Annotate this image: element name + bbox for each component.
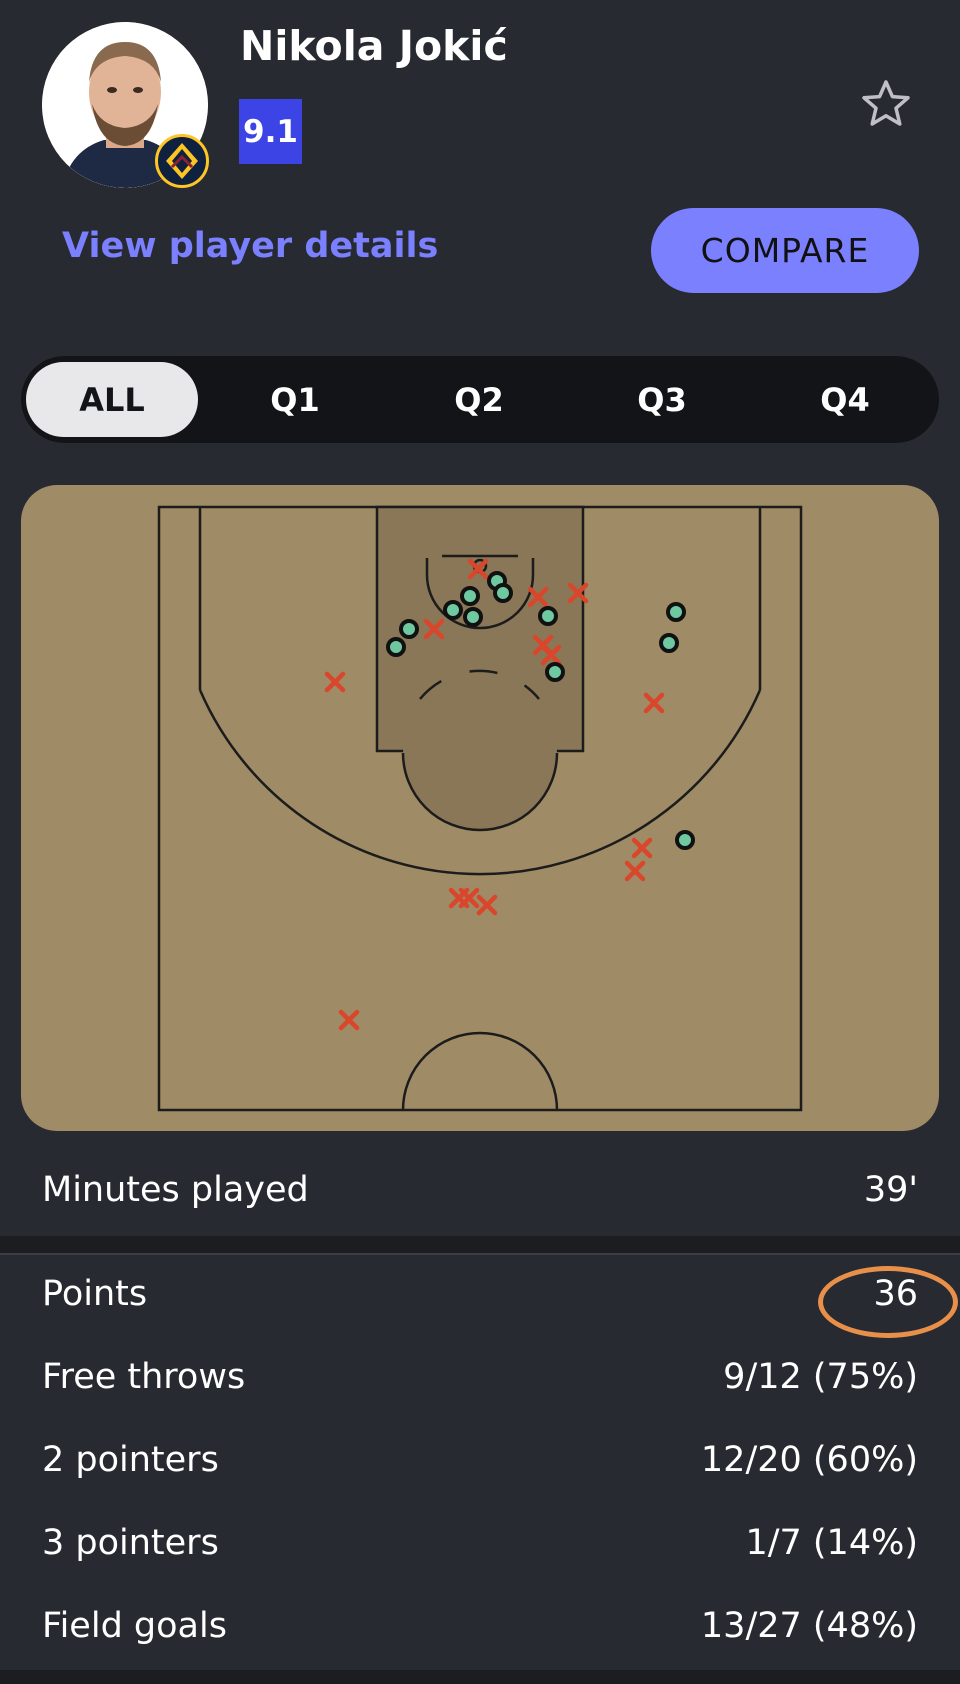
missed-shot-marker	[338, 1009, 360, 1031]
period-tabs: ALL Q1 Q2 Q3 Q4	[21, 356, 939, 443]
stat-value: 9/12 (75%)	[723, 1357, 918, 1397]
points-highlight-annotation	[818, 1266, 958, 1338]
stat-label: Points	[42, 1274, 148, 1314]
tab-q4[interactable]: Q4	[759, 362, 931, 437]
player-name: Nikola Jokić	[240, 22, 508, 70]
missed-shot-marker	[458, 887, 480, 909]
stat-row-field-goals: Field goals 13/27 (48%)	[42, 1606, 918, 1646]
missed-shot-marker	[624, 860, 646, 882]
made-shot-marker	[399, 619, 419, 639]
stat-row-free-throws: Free throws 9/12 (75%)	[42, 1357, 918, 1397]
stat-value: 12/20 (60%)	[700, 1440, 918, 1480]
bottom-divider	[0, 1670, 960, 1684]
made-shot-marker	[493, 583, 513, 603]
made-shot-marker	[443, 600, 463, 620]
made-shot-marker	[659, 633, 679, 653]
star-outline-icon	[862, 80, 910, 126]
tab-q1[interactable]: Q1	[209, 362, 381, 437]
half-court-circle	[401, 1031, 559, 1111]
stat-value: 13/27 (48%)	[700, 1606, 918, 1646]
compare-button[interactable]: COMPARE	[651, 208, 919, 293]
court-diagram	[157, 505, 803, 1112]
tab-q3[interactable]: Q3	[576, 362, 748, 437]
stat-row-points: Points 36	[42, 1274, 918, 1314]
stat-value: 1/7 (14%)	[745, 1523, 918, 1563]
tab-all[interactable]: ALL	[26, 362, 198, 437]
made-shot-marker	[538, 606, 558, 626]
made-shot-marker	[463, 607, 483, 627]
player-stats-screen: Nikola Jokić 9.1 View player details COM…	[0, 0, 960, 1684]
tab-q2[interactable]: Q2	[393, 362, 565, 437]
missed-shot-marker	[631, 837, 653, 859]
missed-shot-marker	[324, 671, 346, 693]
stat-value: 39'	[863, 1170, 918, 1210]
view-player-details-link[interactable]: View player details	[62, 226, 438, 266]
made-shot-marker	[545, 662, 565, 682]
missed-shot-marker	[476, 894, 498, 916]
rating-badge: 9.1	[239, 99, 302, 164]
stat-label: 3 pointers	[42, 1523, 219, 1563]
stat-row-minutes: Minutes played 39'	[42, 1170, 918, 1210]
made-shot-marker	[675, 830, 695, 850]
divider-line	[0, 1253, 960, 1255]
shot-chart	[21, 485, 939, 1131]
stat-label: Field goals	[42, 1606, 227, 1646]
made-shot-marker	[666, 602, 686, 622]
stat-label: 2 pointers	[42, 1440, 219, 1480]
stat-row-three-pointers: 3 pointers 1/7 (14%)	[42, 1523, 918, 1563]
stat-row-two-pointers: 2 pointers 12/20 (60%)	[42, 1440, 918, 1480]
team-logo-icon	[155, 134, 209, 188]
made-shot-marker	[460, 586, 480, 606]
stat-label: Free throws	[42, 1357, 246, 1397]
stat-label: Minutes played	[42, 1170, 309, 1210]
missed-shot-marker	[643, 692, 665, 714]
favorite-button[interactable]	[858, 76, 914, 132]
made-shot-marker	[386, 637, 406, 657]
